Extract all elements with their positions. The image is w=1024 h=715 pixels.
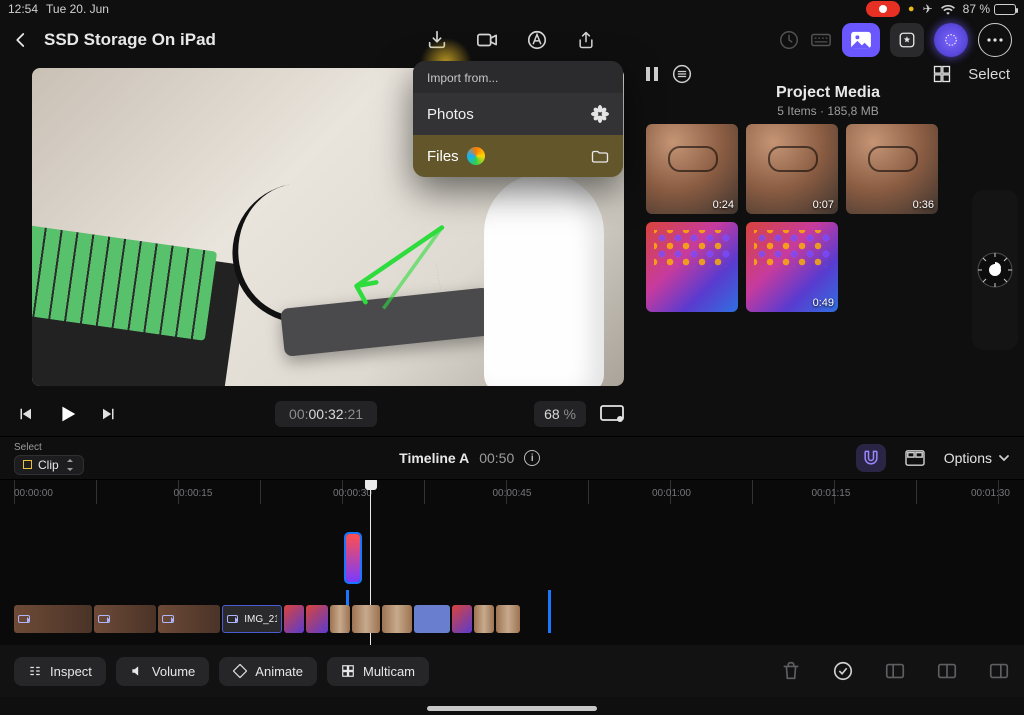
wifi-icon (941, 4, 955, 15)
voiceover-icon[interactable] (526, 29, 548, 51)
import-from-files[interactable]: Files (413, 135, 623, 177)
play-button[interactable] (56, 403, 78, 425)
media-thumb[interactable]: 0:49 (746, 222, 838, 312)
overwrite-clip[interactable] (346, 534, 360, 582)
timeline-clip[interactable] (94, 605, 156, 633)
back-button[interactable] (12, 31, 30, 49)
media-thumb[interactable]: 0:07 (746, 124, 838, 214)
ai-tools-button[interactable] (934, 23, 968, 57)
split-left-button[interactable] (884, 660, 906, 682)
transport-bar: 00:00:32:21 68 % (16, 392, 624, 436)
timeline-clip[interactable] (330, 605, 350, 633)
timeline-select-mode[interactable]: Clip (14, 455, 84, 475)
media-select-button[interactable]: Select (968, 66, 1010, 83)
timeline-duration: 00:50 (479, 450, 514, 466)
screen-recording-indicator[interactable] (866, 1, 900, 17)
timeline-name: Timeline A (399, 450, 469, 466)
media-thumb[interactable] (646, 222, 738, 312)
timeline-clip[interactable] (414, 605, 450, 633)
import-photos-label: Photos (427, 106, 474, 123)
timeline-clip[interactable] (382, 605, 412, 633)
bottom-toolbar: Inspect Volume Animate Multicam (0, 645, 1024, 697)
media-panel-subtitle: 5 Items · 185,8 MB (646, 104, 1010, 118)
media-panel-title: Project Media (646, 84, 1010, 102)
media-grid-view-button[interactable] (932, 64, 952, 84)
delete-button[interactable] (780, 660, 802, 682)
timeline-clip[interactable] (474, 605, 494, 633)
multicam-button[interactable]: Multicam (327, 657, 429, 686)
animate-button[interactable]: Animate (219, 657, 317, 686)
next-clip-button[interactable] (100, 405, 118, 423)
viewer-display-options[interactable] (600, 405, 624, 423)
split-right-button[interactable] (988, 660, 1010, 682)
battery-indicator: 87 % (963, 2, 1016, 16)
timeline-clip[interactable] (452, 605, 472, 633)
inspect-button[interactable]: Inspect (14, 657, 106, 686)
status-bar: 12:54 Tue 20. Jun ● ✈︎ 87 % (0, 0, 1024, 18)
project-media-panel: Select Project Media 5 Items · 185,8 MB … (640, 62, 1024, 436)
status-time: 12:54 (8, 2, 38, 16)
clip-mode-icon (23, 460, 32, 469)
timeline[interactable]: 00:00:00 00:00:15 00:00:30 00:00:45 00:0… (0, 480, 1024, 645)
media-play-toggle[interactable] (646, 67, 658, 81)
share-icon[interactable] (576, 29, 598, 51)
timeline-clip[interactable] (14, 605, 92, 633)
photos-app-icon (591, 105, 609, 123)
highlight-pointer (467, 147, 485, 165)
import-from-photos[interactable]: Photos (413, 93, 623, 135)
timeline-view-button[interactable] (900, 444, 930, 472)
project-title: SSD Storage On iPad (44, 30, 216, 50)
timeline-clip[interactable]: IMG_21 (222, 605, 282, 633)
timeline-clip[interactable] (284, 605, 304, 633)
media-thumb[interactable]: 0:36 (846, 124, 938, 214)
media-list-view-button[interactable] (672, 64, 692, 84)
split-center-button[interactable] (936, 660, 958, 682)
media-thumb[interactable]: 0:24 (646, 124, 738, 214)
timeline-magnet-button[interactable] (856, 444, 886, 472)
timeline-clip[interactable] (306, 605, 328, 633)
timeline-info-button[interactable]: i (524, 450, 540, 466)
folder-icon (591, 148, 609, 164)
more-menu-button[interactable] (978, 23, 1012, 57)
approve-button[interactable] (832, 660, 854, 682)
rotation-lock-icon: ● (908, 3, 915, 15)
timeline-ruler[interactable]: 00:00:00 00:00:15 00:00:30 00:00:45 00:0… (0, 480, 1024, 504)
media-photo-button[interactable] (842, 23, 880, 57)
import-files-label: Files (427, 148, 459, 165)
status-date: Tue 20. Jun (46, 2, 109, 16)
timeline-select-label: Select (14, 442, 84, 453)
media-effects-button[interactable] (890, 23, 924, 57)
timecode-display[interactable]: 00:00:32:21 (275, 401, 377, 427)
timeline-clip[interactable] (352, 605, 380, 633)
import-popover-header: Import from... (413, 61, 623, 93)
viewer-zoom[interactable]: 68 % (534, 401, 586, 427)
history-icon[interactable] (778, 29, 800, 51)
prev-clip-button[interactable] (16, 405, 34, 423)
volume-button[interactable]: Volume (116, 657, 209, 686)
timeline-options-button[interactable]: Options (944, 450, 1010, 466)
import-popover: Import from... Photos Files (413, 61, 623, 177)
timeline-clip[interactable] (158, 605, 220, 633)
title-bar: SSD Storage On iPad (0, 18, 1024, 62)
primary-track[interactable]: IMG_21 (14, 601, 1010, 637)
airplane-mode-icon: ✈︎ (923, 2, 933, 16)
timeline-clip[interactable] (496, 605, 520, 633)
keyboard-icon[interactable] (810, 29, 832, 51)
home-indicator[interactable] (427, 706, 597, 711)
timeline-header: Select Clip Timeline A 00:50 i Options (0, 436, 1024, 480)
jog-wheel[interactable] (972, 190, 1018, 350)
camera-icon[interactable] (476, 29, 498, 51)
